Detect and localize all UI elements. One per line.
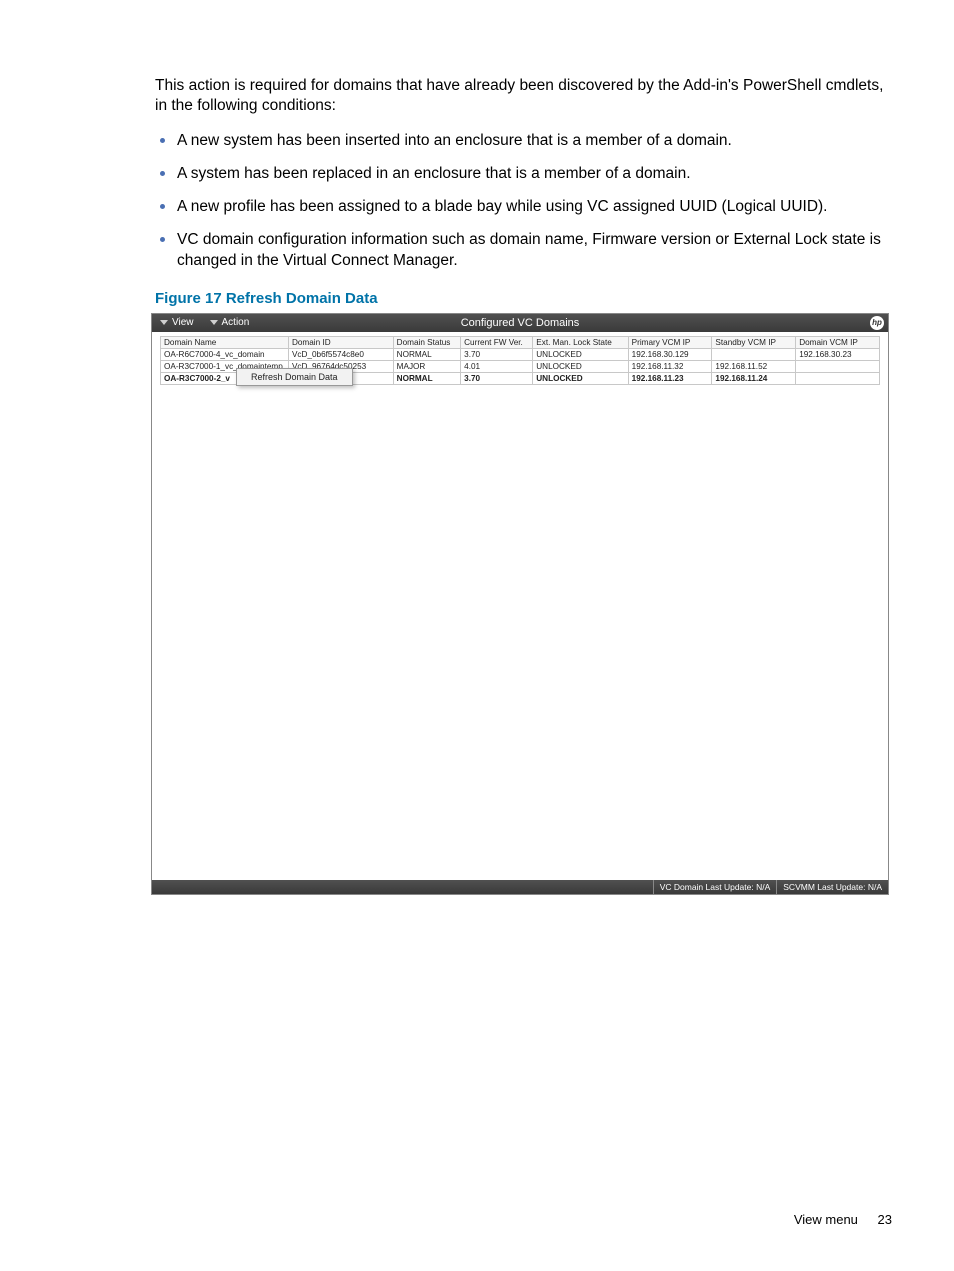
hp-logo-icon: hp: [870, 316, 884, 330]
cell: NORMAL: [393, 372, 460, 384]
col-lock-state[interactable]: Ext. Man. Lock State: [533, 336, 628, 348]
status-vc-domain-update: VC Domain Last Update: N/A: [653, 880, 777, 894]
status-scvmm-update: SCVMM Last Update: N/A: [776, 880, 888, 894]
page-footer: View menu 23: [794, 1212, 892, 1227]
cell: 192.168.11.24: [712, 372, 796, 384]
cell: [796, 360, 880, 372]
col-domain-vcm[interactable]: Domain VCM IP: [796, 336, 880, 348]
cell: 192.168.11.23: [628, 372, 712, 384]
list-item: A system has been replaced in an enclosu…: [177, 160, 894, 185]
cell: 192.168.30.129: [628, 348, 712, 360]
footer-page-number: 23: [878, 1212, 892, 1227]
context-menu: Refresh Domain Data: [236, 368, 353, 386]
footer-section: View menu: [794, 1212, 858, 1227]
conditions-list: A new system has been inserted into an e…: [155, 127, 894, 272]
cell: 192.168.11.52: [712, 360, 796, 372]
menu-view-label: View: [172, 317, 194, 328]
dropdown-icon: [210, 320, 218, 325]
cell: 192.168.30.23: [796, 348, 880, 360]
col-standby-vcm[interactable]: Standby VCM IP: [712, 336, 796, 348]
menu-action-label: Action: [222, 317, 250, 328]
cell: UNLOCKED: [533, 360, 628, 372]
cell: MAJOR: [393, 360, 460, 372]
list-item: VC domain configuration information such…: [177, 226, 894, 272]
cell: [796, 372, 880, 384]
cell: UNLOCKED: [533, 372, 628, 384]
cell: VcD_0b6f5574c8e0: [288, 348, 393, 360]
list-item: A new system has been inserted into an e…: [177, 127, 894, 152]
table-row[interactable]: OA-R6C7000-4_vc_domain VcD_0b6f5574c8e0 …: [161, 348, 880, 360]
col-domain-name[interactable]: Domain Name: [161, 336, 289, 348]
menu-action[interactable]: Action: [202, 317, 258, 328]
window-title: Configured VC Domains: [461, 317, 580, 329]
app-titlebar: View Action Configured VC Domains hp: [152, 314, 888, 332]
menu-view[interactable]: View: [152, 317, 202, 328]
intro-paragraph: This action is required for domains that…: [155, 76, 894, 118]
col-primary-vcm[interactable]: Primary VCM IP: [628, 336, 712, 348]
cell: 3.70: [461, 372, 533, 384]
col-domain-id[interactable]: Domain ID: [288, 336, 393, 348]
context-menu-item-refresh[interactable]: Refresh Domain Data: [251, 372, 338, 382]
cell: 4.01: [461, 360, 533, 372]
cell: NORMAL: [393, 348, 460, 360]
status-bar: VC Domain Last Update: N/A SCVMM Last Up…: [152, 880, 888, 894]
cell: OA-R6C7000-4_vc_domain: [161, 348, 289, 360]
dropdown-icon: [160, 320, 168, 325]
app-screenshot: View Action Configured VC Domains hp Dom…: [151, 313, 889, 895]
cell: 3.70: [461, 348, 533, 360]
cell: 192.168.11.32: [628, 360, 712, 372]
col-domain-status[interactable]: Domain Status: [393, 336, 460, 348]
figure-caption: Figure 17 Refresh Domain Data: [155, 290, 894, 307]
cell: [712, 348, 796, 360]
list-item: A new profile has been assigned to a bla…: [177, 193, 894, 218]
table-header-row: Domain Name Domain ID Domain Status Curr…: [161, 336, 880, 348]
cell: UNLOCKED: [533, 348, 628, 360]
col-fw-ver[interactable]: Current FW Ver.: [461, 336, 533, 348]
